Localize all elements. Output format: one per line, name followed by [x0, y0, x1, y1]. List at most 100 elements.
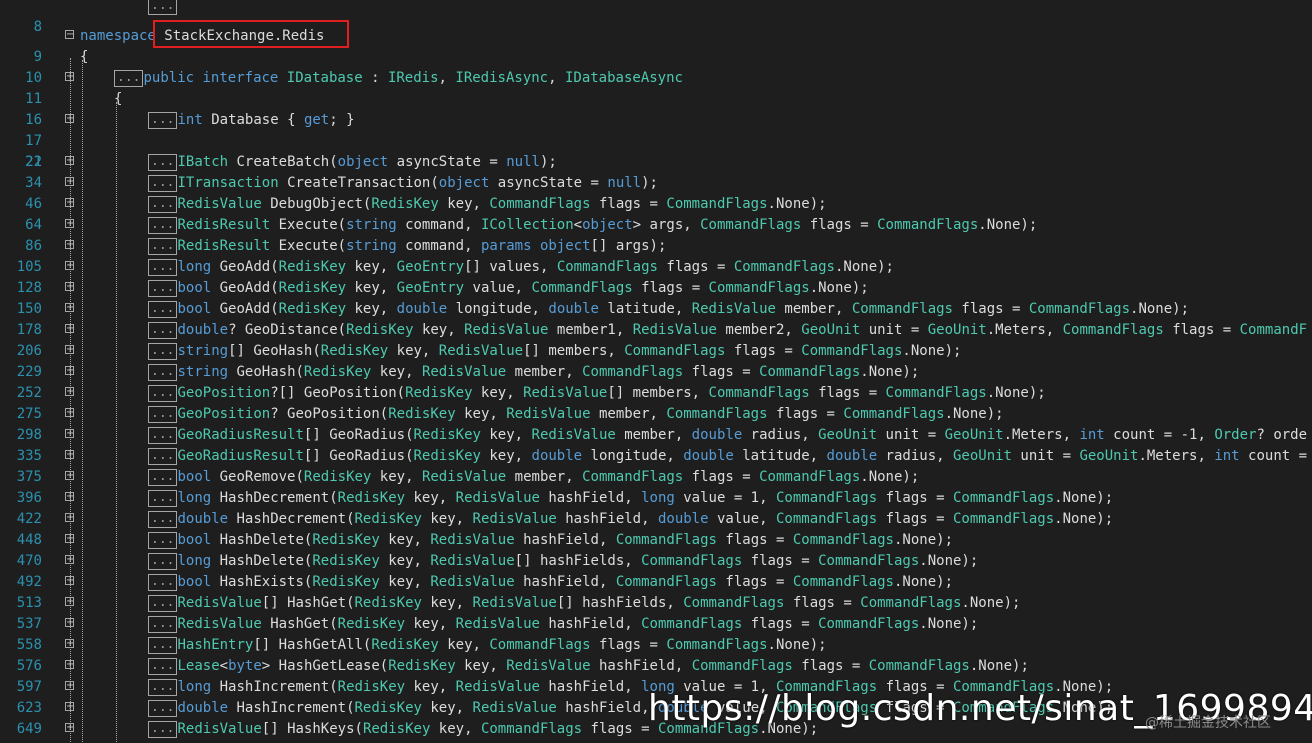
collapsed-region[interactable]: ...: [148, 469, 178, 486]
fold-expand-icon[interactable]: +: [65, 366, 74, 376]
fold-expand-icon[interactable]: +: [65, 597, 74, 607]
code-text: member1,: [548, 322, 633, 338]
fold-expand-icon[interactable]: +: [65, 156, 74, 166]
fold-expand-icon[interactable]: +: [65, 513, 74, 523]
collapsed-region[interactable]: ...: [148, 217, 178, 234]
code-text: > args,: [632, 217, 701, 233]
collapsed-region[interactable]: ...: [148, 406, 178, 423]
code-editor[interactable]: 8 ... 9 − namespace StackExchange.Redis …: [0, 0, 1312, 743]
collapsed-region[interactable]: ...: [148, 322, 178, 339]
code-text: value = 1,: [674, 490, 776, 506]
code-text: [] members,: [607, 385, 709, 401]
fold-expand-icon[interactable]: +: [65, 324, 74, 334]
line-number: 623: [16, 700, 42, 716]
type-name: RedisValue: [506, 658, 591, 674]
code-text: HashGet(: [261, 616, 338, 632]
fold-expand-icon[interactable]: +: [65, 345, 74, 355]
fold-expand-icon[interactable]: +: [65, 492, 74, 502]
collapsed-region[interactable]: ...: [148, 175, 178, 192]
collapsed-region[interactable]: ...: [148, 259, 178, 276]
fold-expand-icon[interactable]: +: [65, 450, 74, 460]
collapsed-region[interactable]: ...: [148, 385, 178, 402]
code-line: 17 + ... int Database { get; }: [0, 110, 1312, 149]
type-name: CommandFlags: [615, 574, 717, 590]
code-text: .None);: [986, 385, 1046, 401]
keyword: bool: [177, 532, 212, 548]
collapsed-region[interactable]: ...: [148, 364, 178, 381]
type-name: RedisKey: [312, 553, 380, 569]
collapsed-region[interactable]: ...: [148, 595, 178, 612]
type-name: RedisValue: [421, 469, 507, 485]
fold-expand-icon[interactable]: +: [65, 408, 74, 418]
code-text: key,: [480, 448, 532, 464]
collapsed-region[interactable]: ...: [148, 196, 178, 213]
member-line: 64 +... RedisResult Execute(string command…: [0, 215, 1312, 236]
fold-expand-icon[interactable]: +: [65, 702, 74, 712]
type-name: RedisValue: [177, 196, 262, 212]
collapsed-region[interactable]: ...: [148, 343, 178, 360]
type-name: IRedis: [387, 70, 439, 86]
collapsed-region[interactable]: ...: [148, 238, 178, 255]
fold-expand-icon[interactable]: +: [65, 261, 74, 271]
line-number: 448: [16, 532, 42, 548]
keyword: bool: [177, 280, 212, 296]
collapsed-region[interactable]: ...: [148, 532, 178, 549]
collapsed-region[interactable]: ...: [148, 0, 178, 15]
code-text: ? GeoPosition(: [270, 406, 389, 422]
collapsed-region[interactable]: ...: [148, 637, 178, 654]
fold-expand-icon[interactable]: +: [65, 198, 74, 208]
collapsed-region[interactable]: ...: [148, 154, 178, 171]
collapsed-region[interactable]: ...: [148, 448, 178, 465]
fold-expand-icon[interactable]: +: [65, 639, 74, 649]
fold-expand-icon[interactable]: +: [65, 177, 74, 187]
fold-expand-icon[interactable]: +: [65, 240, 74, 250]
fold-expand-icon[interactable]: +: [65, 429, 74, 439]
collapsed-region[interactable]: ...: [148, 301, 178, 318]
collapsed-region[interactable]: ...: [148, 616, 178, 633]
member-line: 513 +... RedisValue[] HashGet(RedisKey key…: [0, 593, 1312, 614]
fold-expand-icon[interactable]: +: [65, 723, 74, 733]
collapsed-region[interactable]: ...: [148, 721, 178, 738]
collapsed-region[interactable]: ...: [148, 112, 178, 129]
keyword: bool: [177, 469, 212, 485]
collapsed-region[interactable]: ...: [148, 511, 178, 528]
type-name: RedisKey: [413, 448, 481, 464]
fold-expand-icon[interactable]: +: [65, 681, 74, 691]
fold-expand-icon[interactable]: +: [65, 282, 74, 292]
fold-collapse-icon[interactable]: −: [65, 30, 74, 40]
fold-expand-icon[interactable]: +: [65, 114, 74, 124]
fold-expand-icon[interactable]: +: [65, 303, 74, 313]
code-text: HashDecrement(: [211, 490, 338, 506]
code-text: <: [219, 658, 229, 674]
type-name: RedisValue: [531, 427, 616, 443]
code-text: member,: [506, 469, 583, 485]
type-name: CommandFlags: [480, 721, 583, 737]
collapsed-region[interactable]: ...: [148, 553, 178, 570]
fold-expand-icon[interactable]: +: [65, 660, 74, 670]
collapsed-region[interactable]: ...: [148, 280, 178, 297]
collapsed-region[interactable]: ...: [148, 490, 178, 507]
fold-expand-icon[interactable]: +: [65, 471, 74, 481]
code-text: flags =: [877, 490, 953, 506]
keyword: object: [539, 238, 591, 254]
fold-expand-icon[interactable]: +: [65, 555, 74, 565]
collapsed-region[interactable]: ...: [114, 70, 144, 87]
code-text: unit =: [1012, 448, 1080, 464]
code-text: unit =: [860, 322, 928, 338]
code-text: [] hashFields,: [556, 595, 684, 611]
member-line: 335 +... GeoRadiusResult[] GeoRadius(Redis…: [0, 446, 1312, 467]
member-line: 105 +... long GeoAdd(RedisKey key, GeoEntr…: [0, 257, 1312, 278]
collapsed-region[interactable]: ...: [148, 427, 178, 444]
fold-expand-icon[interactable]: +: [65, 219, 74, 229]
collapsed-region[interactable]: ...: [148, 679, 178, 696]
fold-expand-icon[interactable]: +: [65, 72, 74, 82]
fold-expand-icon[interactable]: +: [65, 387, 74, 397]
fold-expand-icon[interactable]: +: [65, 576, 74, 586]
fold-expand-icon[interactable]: +: [65, 534, 74, 544]
collapsed-region[interactable]: ...: [148, 700, 178, 717]
fold-expand-icon[interactable]: +: [65, 618, 74, 628]
type-name: IRedisAsync: [455, 70, 549, 86]
collapsed-region[interactable]: ...: [148, 658, 178, 675]
code-text: .None);: [809, 280, 869, 296]
collapsed-region[interactable]: ...: [148, 574, 178, 591]
